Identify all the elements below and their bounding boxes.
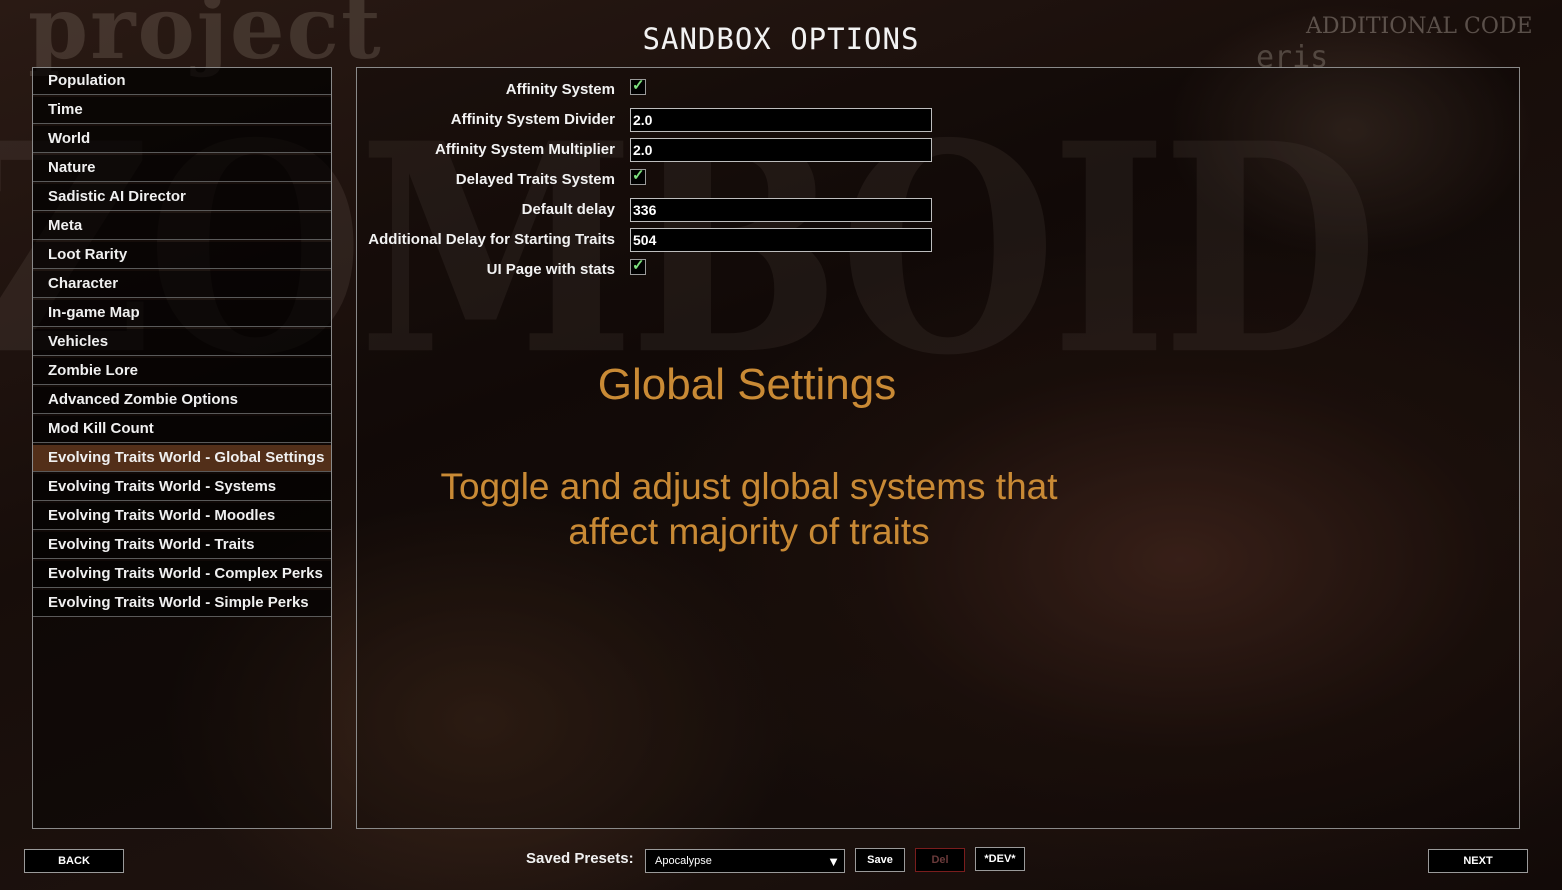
option-row: Affinity System Divider 2.0 [357,108,1519,134]
option-checkbox[interactable]: ✓ [630,77,646,95]
saved-presets-dropdown[interactable]: Apocalypse ▼ [645,849,845,873]
sidebar-item[interactable]: Zombie Lore [33,358,331,385]
next-button[interactable]: NEXT [1428,849,1528,873]
preset-selected-value: Apocalypse [655,855,712,867]
option-checkbox[interactable]: ✓ [630,257,646,275]
sidebar-item[interactable]: Evolving Traits World - Complex Perks [33,561,331,588]
sidebar-item[interactable]: Nature [33,155,331,182]
option-text-field[interactable]: 2.0 [630,138,932,162]
sidebar-item[interactable]: Vehicles [33,329,331,356]
option-row: UI Page with stats ✓ [357,257,1519,284]
option-text-field[interactable]: 336 [630,198,932,222]
option-label: Delayed Traits System [455,171,615,188]
additional-code-label: ADDITIONAL CODE [1306,14,1533,39]
option-text-field[interactable]: 2.0 [630,108,932,132]
sidebar-item[interactable]: Character [33,271,331,298]
sidebar-item[interactable]: Evolving Traits World - Simple Perks [33,590,331,617]
category-info-title: Global Settings [597,360,897,409]
option-text-field[interactable]: 504 [630,228,932,252]
sidebar-item[interactable]: Population [33,68,331,95]
check-icon: ✓ [632,257,645,274]
option-row: Delayed Traits System ✓ [357,167,1519,194]
option-label: Default delay [521,201,615,218]
options-panel: Affinity System ✓ Affinity System Divider 2… [356,67,1520,829]
option-row: Affinity System Multiplier 2.0 [357,138,1519,164]
option-label: Affinity System Multiplier [434,141,615,158]
category-info-description: Toggle and adjust global systems that af… [357,464,1141,554]
option-label: UI Page with stats [486,261,615,278]
description-line-2: affect majority of traits [568,511,930,552]
description-line-1: Toggle and adjust global systems that [440,466,1058,507]
sidebar-item[interactable]: Advanced Zombie Options [33,387,331,414]
option-label: Affinity System [505,81,615,98]
sidebar-item[interactable]: Evolving Traits World - Traits [33,532,331,559]
sidebar-item[interactable]: In-game Map [33,300,331,327]
save-preset-button[interactable]: Save [855,848,905,872]
sidebar-item[interactable]: Evolving Traits World - Global Settings [33,445,331,472]
check-icon: ✓ [632,77,645,94]
option-label: Affinity System Divider [450,111,615,128]
sidebar-item[interactable]: Evolving Traits World - Moodles [33,503,331,530]
chevron-down-icon: ▼ [827,854,840,869]
check-icon: ✓ [632,167,645,184]
sidebar-item[interactable]: Sadistic AI Director [33,184,331,211]
option-row: Additional Delay for Starting Traits 504 [357,228,1519,254]
option-checkbox[interactable]: ✓ [630,167,646,185]
option-row: Affinity System ✓ [357,77,1519,104]
dev-preset-button[interactable]: *DEV* [975,847,1025,871]
delete-preset-button[interactable]: Del [915,848,965,872]
sidebar-item[interactable]: Mod Kill Count [33,416,331,443]
sidebar-item[interactable]: Time [33,97,331,124]
option-label: Additional Delay for Starting Traits [368,231,615,248]
sidebar-item[interactable]: Meta [33,213,331,240]
sidebar-category-list: Population Time World Nature Sadistic AI Dir… [32,67,332,829]
back-button[interactable]: BACK [24,849,124,873]
option-row: Default delay 336 [357,198,1519,224]
sidebar-item[interactable]: Evolving Traits World - Systems [33,474,331,501]
sidebar-item[interactable]: Loot Rarity [33,242,331,269]
sidebar-item[interactable]: World [33,126,331,153]
saved-presets-label: Saved Presets: [526,850,634,867]
